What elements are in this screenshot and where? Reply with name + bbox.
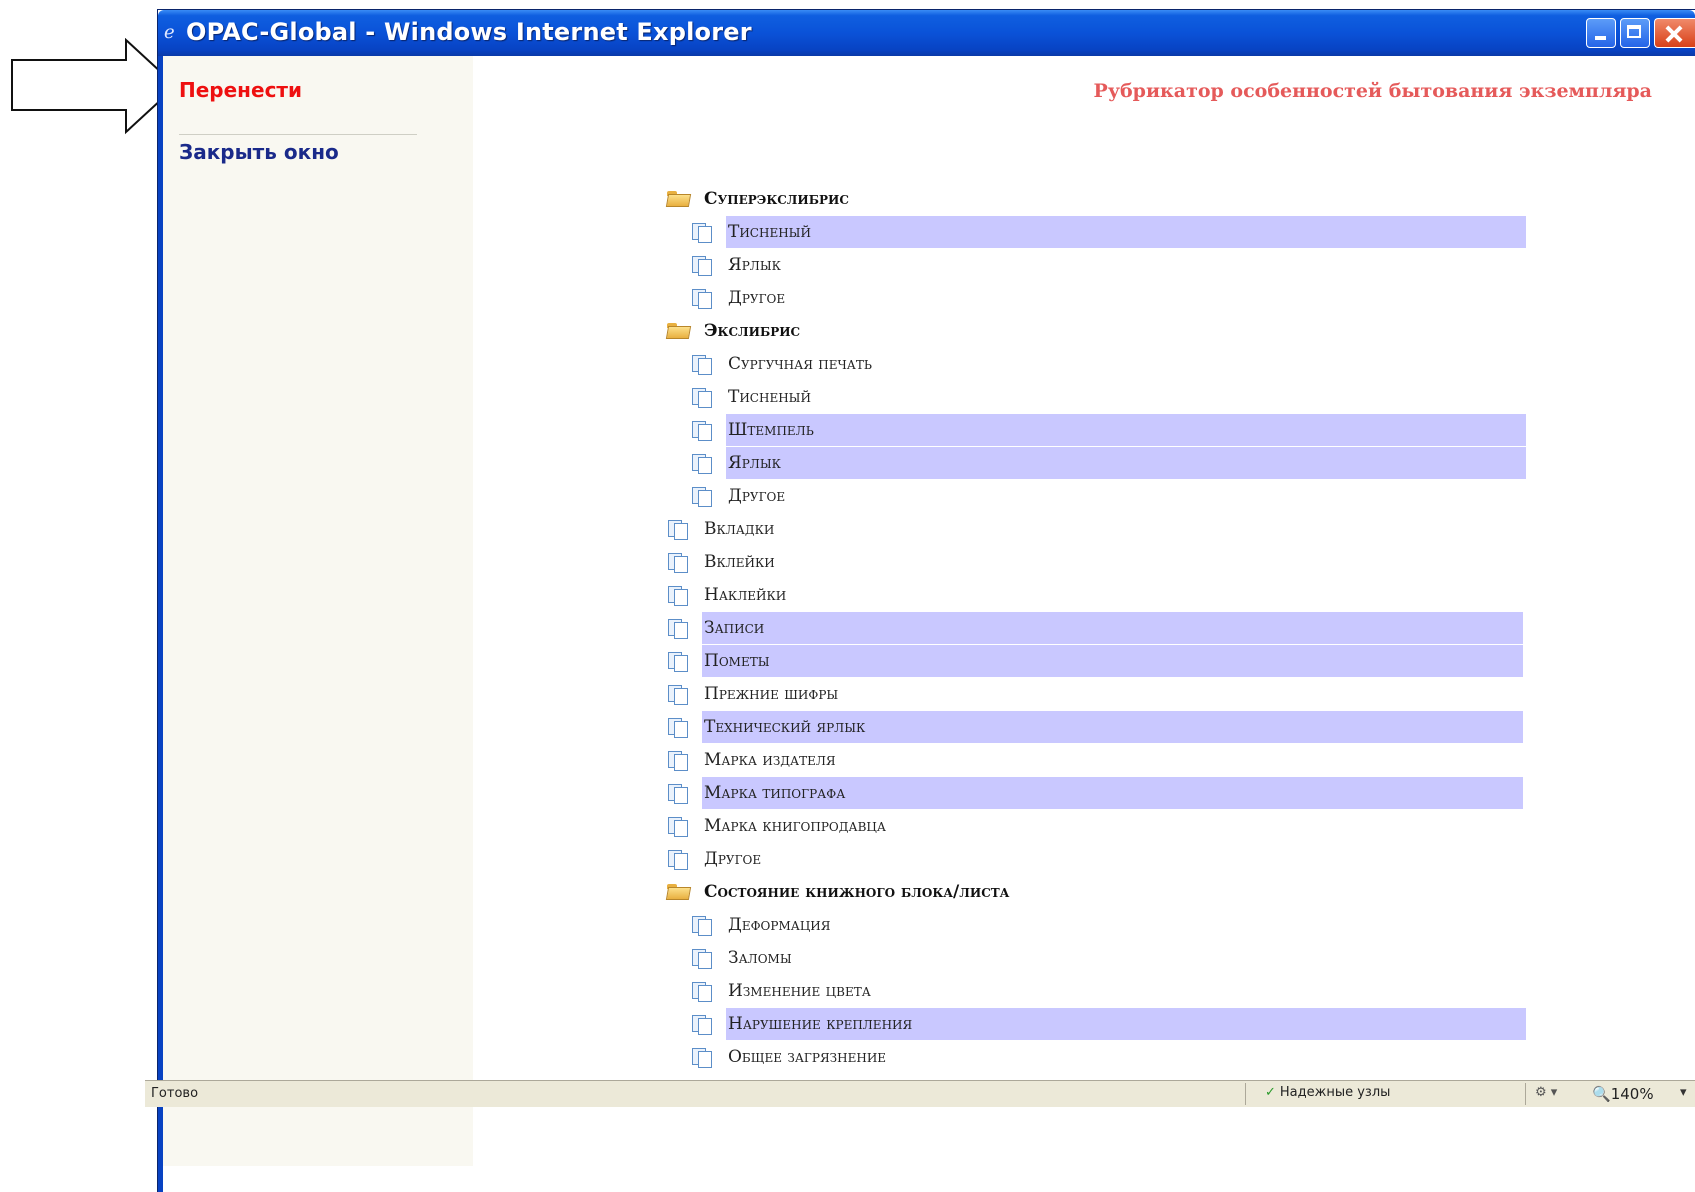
document-icon (666, 782, 690, 804)
tree-item-label: Деформация (728, 915, 831, 935)
tree-item-label: Изменение цвета (728, 981, 871, 1001)
check-icon: ✓ (1265, 1085, 1276, 1100)
status-separator (1525, 1083, 1526, 1105)
security-zone-label: Надежные узлы (1279, 1085, 1391, 1100)
tree-item-label: Нарушение крепления (728, 1014, 913, 1034)
tree-item-label: Общее загрязнение (728, 1047, 887, 1067)
tree-item-label: Марка типографа (704, 783, 846, 803)
document-icon (666, 749, 690, 771)
status-text: Готово (151, 1086, 199, 1101)
tree-item-label: Тисненый (728, 222, 811, 242)
tree-item-label: Вкладки (704, 519, 775, 539)
tree-item-label: Марка издателя (704, 750, 836, 770)
close-window-button[interactable] (1654, 18, 1695, 48)
document-icon (666, 551, 690, 573)
sidebar: Перенести Закрыть окно (163, 56, 473, 1166)
tree-item-label: Ярлык (728, 453, 781, 473)
tree-item-label: Записи (704, 618, 765, 638)
rubricator-tree: Суперэкслибрис Тисненый Ярлык Другое Экслибр… (473, 56, 1653, 1166)
tree-item-label: Экслибрис (704, 321, 801, 341)
maximize-button[interactable] (1620, 18, 1650, 48)
selection-highlight (702, 612, 1523, 644)
close-window-link[interactable]: Закрыть окно (179, 140, 339, 164)
tree-item-label: Заломы (728, 948, 792, 968)
security-zone[interactable]: ✓ Надежные узлы (1265, 1085, 1390, 1100)
document-icon (690, 221, 714, 243)
document-icon (690, 980, 714, 1002)
tree-item-label: Ярлык (728, 255, 781, 275)
document-icon (666, 815, 690, 837)
minimize-button[interactable] (1586, 18, 1616, 48)
document-icon (690, 452, 714, 474)
document-icon (690, 1046, 714, 1068)
document-icon (666, 617, 690, 639)
ie-logo-icon: ℯ (164, 22, 175, 43)
zoom-icon: 🔍 (1592, 1085, 1611, 1103)
main-content: Рубрикатор особенностей бытования экземп… (473, 56, 1695, 1166)
document-icon (690, 353, 714, 375)
tree-item-label: Технический ярлык (704, 717, 866, 737)
zoom-value: 140% (1610, 1085, 1654, 1103)
zoom-level[interactable]: 🔍140% (1592, 1085, 1654, 1103)
tree-item-label: Пометы (704, 651, 770, 671)
document-icon (690, 287, 714, 309)
document-icon (666, 650, 690, 672)
tree-item-label: Тисненый (728, 387, 811, 407)
selection-highlight (726, 216, 1526, 248)
tree-item-label: Другое (728, 486, 786, 506)
tree-item-label: Марка книгопродавца (704, 816, 886, 836)
zoom-dropdown-icon[interactable]: ▾ (1680, 1085, 1687, 1100)
tree-item-label: Прежние шифры (704, 684, 839, 704)
document-icon (690, 1013, 714, 1035)
document-icon (690, 914, 714, 936)
pointer-arrow-annotation (11, 38, 178, 135)
document-icon (690, 254, 714, 276)
tree-item-label: Сургучная печать (728, 354, 872, 374)
document-icon (666, 716, 690, 738)
tree-item-label: Наклейки (704, 585, 787, 605)
selection-highlight (726, 447, 1526, 479)
tree-item-label: Состояние книжного блока/листа (704, 882, 1010, 902)
tree-item-label: Штемпель (728, 420, 814, 440)
protected-mode-icon[interactable]: ⚙ ▾ (1535, 1085, 1557, 1100)
selection-highlight (726, 414, 1526, 446)
sidebar-divider (179, 134, 417, 135)
status-separator (1245, 1083, 1246, 1105)
folder-open-icon (666, 881, 690, 903)
tree-item-label: Другое (704, 849, 762, 869)
folder-open-icon (666, 188, 690, 210)
document-icon (666, 683, 690, 705)
document-icon (690, 419, 714, 441)
tree-item-label: Суперэкслибрис (704, 189, 849, 209)
move-link[interactable]: Перенести (179, 78, 302, 102)
document-icon (666, 848, 690, 870)
folder-open-icon (666, 320, 690, 342)
document-icon (690, 947, 714, 969)
document-icon (666, 518, 690, 540)
document-icon (690, 485, 714, 507)
selection-highlight (702, 645, 1523, 677)
document-icon (666, 584, 690, 606)
title-bar[interactable]: ℯ OPAC-Global - Windows Internet Explore… (158, 10, 1695, 56)
document-icon (690, 386, 714, 408)
tree-item-label: Другое (728, 288, 786, 308)
browser-window: ℯ OPAC-Global - Windows Internet Explore… (158, 10, 1695, 1192)
status-bar: Готово ✓ Надежные узлы ⚙ ▾ 🔍140% ▾ (145, 1080, 1695, 1107)
window-title: OPAC-Global - Windows Internet Explorer (186, 18, 752, 46)
tree-item-label: Вклейки (704, 552, 775, 572)
